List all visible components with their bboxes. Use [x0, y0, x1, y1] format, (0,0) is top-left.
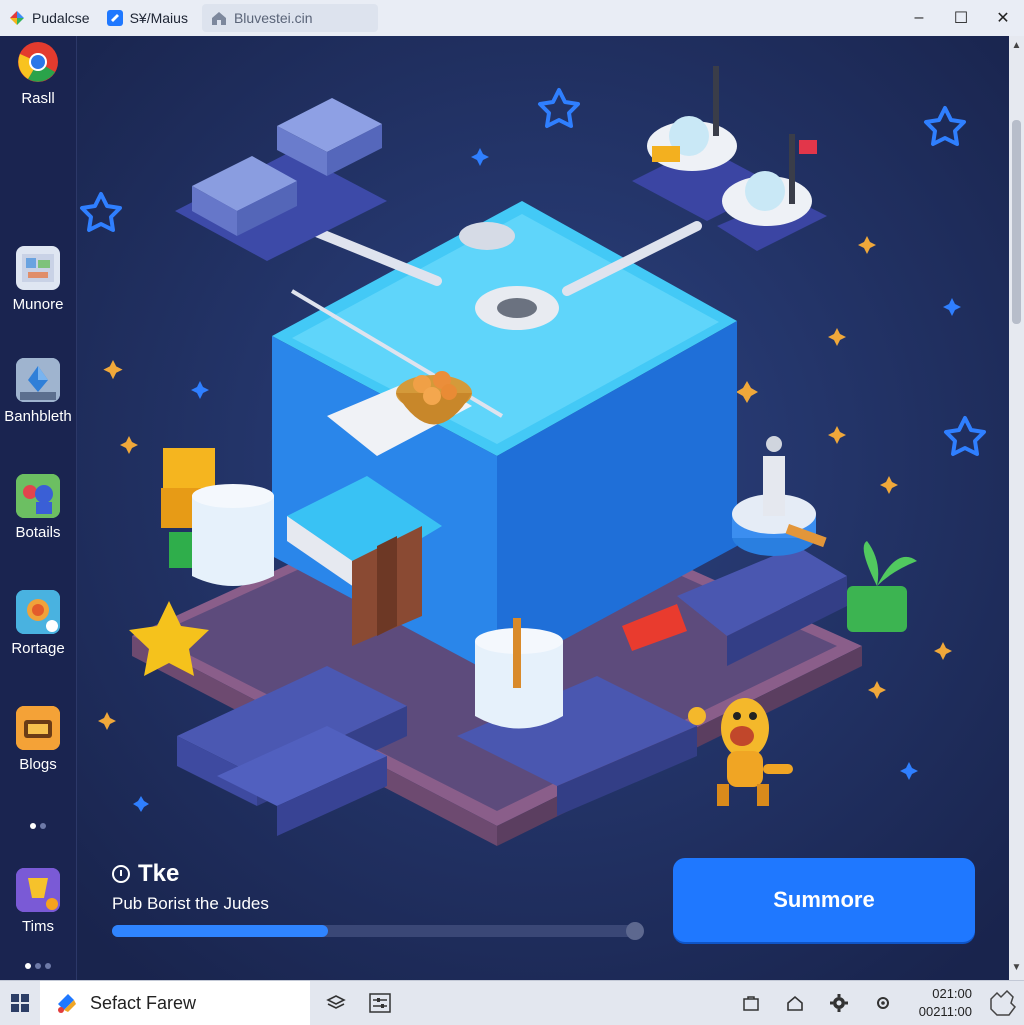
tab-s-maius[interactable]: S¥/Maius [98, 0, 196, 36]
sidebar-item-munore[interactable]: Munore [0, 246, 76, 313]
multicolor-logo-icon [8, 9, 26, 27]
cog-icon[interactable] [861, 981, 905, 1025]
scroll-thumb[interactable] [1012, 120, 1021, 324]
sidebar-item-banhbleth[interactable]: Banhbleth [0, 358, 76, 425]
vertical-scrollbar[interactable]: ▲ ▼ [1009, 36, 1024, 980]
close-button[interactable]: ✕ [982, 0, 1024, 36]
sidebar-item-label: Rortage [11, 640, 65, 657]
summore-button[interactable]: Summore [673, 858, 975, 942]
title-bar: Pudalcse S¥/Maius Bluvestei.cin – ☐ ✕ [0, 0, 1024, 37]
page-dots [0, 816, 76, 834]
maximize-button[interactable]: ☐ [940, 0, 982, 36]
game-title-text: Tke [138, 860, 180, 887]
page-dots [0, 956, 76, 974]
sidebar-item-rasll[interactable]: Rasll [0, 40, 76, 107]
progress-fill [112, 925, 329, 937]
characters-game-icon [16, 474, 60, 518]
sidebar-item-botails[interactable]: Botails [0, 474, 76, 541]
blue-app-icon [106, 9, 124, 27]
layers-icon [326, 995, 346, 1009]
clock-line-1: 021:00 [932, 986, 972, 1001]
tims-game-icon [16, 868, 60, 912]
sidebar-item-label: Botails [15, 524, 61, 541]
windows-icon [11, 994, 29, 1012]
crystal-game-icon [16, 358, 60, 402]
game-scene[interactable] [77, 36, 1009, 980]
task-view-button[interactable] [314, 981, 358, 1025]
progress-bar[interactable] [112, 922, 644, 940]
start-button[interactable] [0, 981, 40, 1025]
tab-label: Bluvestei.cin [233, 10, 313, 26]
box-game-icon [16, 706, 60, 750]
clock-icon [112, 865, 130, 883]
system-tray: 021:00 00211:00 [729, 981, 1024, 1025]
tab-label: S¥/Maius [129, 10, 188, 26]
notification-icon[interactable] [980, 981, 1024, 1025]
rortage-game-icon [16, 590, 60, 634]
sidebar-item-label: Banhbleth [4, 408, 72, 425]
bucket-prop [475, 618, 563, 729]
app-sidebar: Rasll Munore Banhbleth Botails Rortage B… [0, 36, 77, 980]
home-tray-icon[interactable] [773, 981, 817, 1025]
progress-knob[interactable] [626, 922, 644, 940]
app-logo-icon [58, 994, 76, 1013]
sliders-icon [369, 993, 391, 1013]
game-title: Tke [112, 860, 179, 888]
search-text: Sefact Farew [90, 992, 197, 1013]
sidebar-item-tims[interactable]: Tims [0, 868, 76, 935]
settings-app-button[interactable] [358, 981, 402, 1025]
tab-bluvestei[interactable]: Bluvestei.cin [201, 4, 378, 32]
app-tile-icon [16, 246, 60, 290]
game-subtitle: Pub Borist the Judes [112, 894, 269, 913]
sidebar-item-label: Blogs [19, 756, 57, 773]
clock-line-2: 00211:00 [918, 1004, 972, 1019]
scroll-down-arrow[interactable]: ▼ [1009, 962, 1024, 973]
tab-label: Pudalcse [32, 10, 90, 26]
tab-pudalcse[interactable]: Pudalcse [0, 0, 98, 36]
taskbar: Sefact Farew 021:00 00211:00 [0, 980, 1024, 1025]
chrome-icon [16, 40, 60, 84]
sidebar-item-label: Tims [22, 918, 54, 935]
taskbar-clock[interactable]: 021:00 00211:00 [919, 985, 972, 1021]
game-artwork [77, 36, 1009, 980]
home-icon [210, 9, 228, 27]
bag-icon[interactable] [729, 981, 773, 1025]
gear-icon[interactable] [817, 981, 861, 1025]
taskbar-search[interactable]: Sefact Farew [40, 981, 310, 1025]
minimize-button[interactable]: – [898, 0, 940, 36]
sidebar-item-label: Rasll [21, 90, 55, 107]
sidebar-item-label: Munore [12, 296, 64, 313]
sidebar-item-rortage[interactable]: Rortage [0, 590, 76, 657]
scroll-up-arrow[interactable]: ▲ [1009, 40, 1024, 51]
window-controls: – ☐ ✕ [898, 0, 1024, 36]
sidebar-item-blogs[interactable]: Blogs [0, 706, 76, 773]
